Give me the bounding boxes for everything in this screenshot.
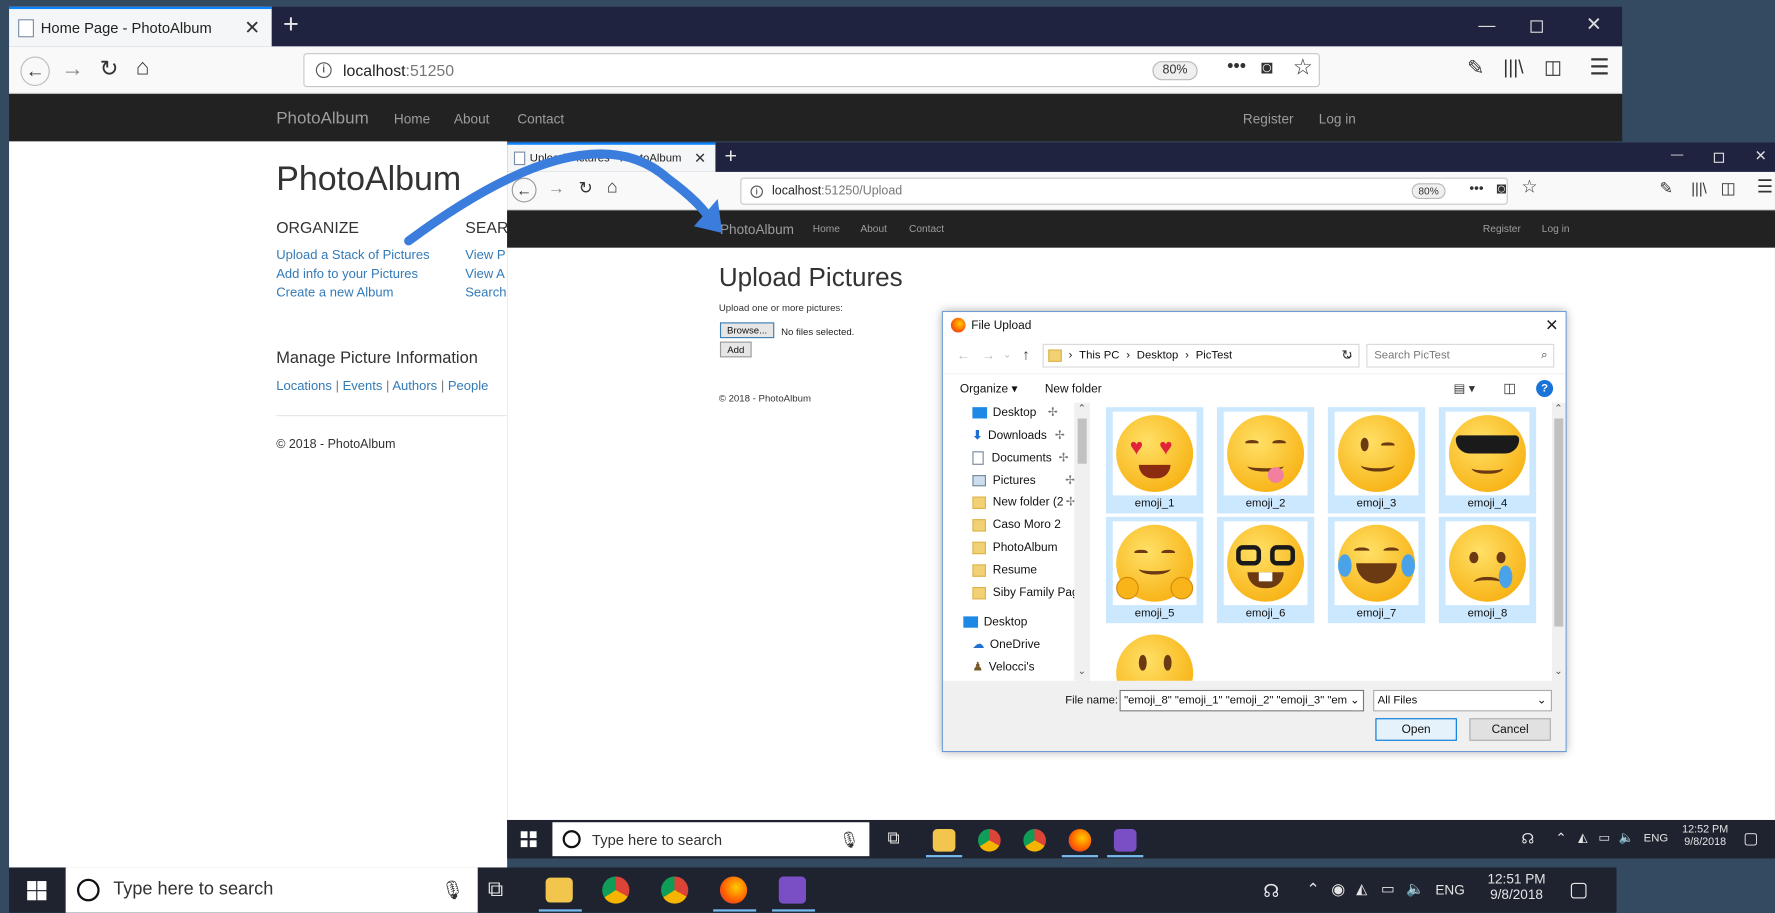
arrow-shaft <box>663 174 718 229</box>
active-indicator <box>538 909 582 912</box>
network-icon[interactable]: ◭ <box>1356 880 1367 898</box>
inner-search-box[interactable]: Type here to search 🎙 <box>552 822 870 857</box>
chrome-icon[interactable] <box>602 876 630 904</box>
file-explorer-icon[interactable] <box>545 877 573 903</box>
language-indicator[interactable]: ENG <box>1435 882 1464 898</box>
microphone-icon[interactable]: 🎙 <box>839 830 859 849</box>
active-indicator <box>713 909 757 912</box>
battery-icon[interactable]: ▭ <box>1598 830 1610 845</box>
microphone-icon[interactable]: 🎙 <box>441 879 464 902</box>
people-icon[interactable]: ☊ <box>1521 830 1534 848</box>
task-view-icon[interactable]: ⧉ <box>887 829 899 848</box>
firefox-icon[interactable] <box>719 876 748 904</box>
chevron-up-icon[interactable]: ⌃ <box>1306 880 1319 899</box>
search-placeholder: Type here to search <box>113 879 274 900</box>
active-indicator <box>772 909 816 912</box>
chrome-profile-icon[interactable] <box>1023 829 1046 852</box>
firefox-icon[interactable] <box>1068 829 1092 852</box>
notification-icon[interactable]: ▢ <box>1569 878 1588 902</box>
clock[interactable]: 12:51 PM 9/8/2018 <box>1487 871 1545 903</box>
windows-start-icon[interactable] <box>27 881 47 901</box>
clock[interactable]: 12:52 PM 9/8/2018 <box>1682 823 1728 848</box>
cortana-icon <box>562 830 581 849</box>
visual-studio-icon[interactable] <box>778 876 806 904</box>
app-tray-icon[interactable]: ◉ <box>1331 880 1345 899</box>
chrome-profile-icon[interactable] <box>661 876 689 904</box>
chrome-icon[interactable] <box>978 829 1001 852</box>
network-icon[interactable]: ◭ <box>1578 830 1588 845</box>
battery-icon[interactable]: ▭ <box>1381 880 1395 898</box>
task-view-icon[interactable]: ⧉ <box>488 878 503 903</box>
volume-icon[interactable]: 🔈 <box>1619 830 1635 845</box>
search-placeholder: Type here to search <box>592 830 723 848</box>
people-icon[interactable]: ☊ <box>1263 880 1279 903</box>
active-indicator <box>1061 855 1099 858</box>
cortana-icon <box>76 878 100 902</box>
outer-search-box[interactable]: Type here to search 🎙 <box>65 867 478 913</box>
outer-taskbar: Type here to search 🎙 ⧉ ☊ ⌃ ◉ ◭ ▭ 🔈 ENG … <box>9 867 1617 913</box>
active-indicator <box>1107 855 1144 858</box>
chevron-up-icon[interactable]: ⌃ <box>1555 830 1566 846</box>
windows-start-icon[interactable] <box>520 831 537 848</box>
volume-icon[interactable]: 🔈 <box>1406 880 1424 898</box>
language-indicator[interactable]: ENG <box>1644 832 1669 844</box>
notification-icon[interactable]: ▢ <box>1743 829 1758 848</box>
visual-studio-icon[interactable] <box>1113 829 1137 852</box>
annotation-arrow <box>404 149 723 246</box>
inner-taskbar: Type here to search 🎙 ⧉ ☊ ⌃ ◭ ▭ 🔈 ENG 12… <box>507 819 1775 859</box>
active-indicator <box>925 855 963 858</box>
file-explorer-icon[interactable] <box>932 829 956 852</box>
arrow-shaft <box>404 149 673 246</box>
